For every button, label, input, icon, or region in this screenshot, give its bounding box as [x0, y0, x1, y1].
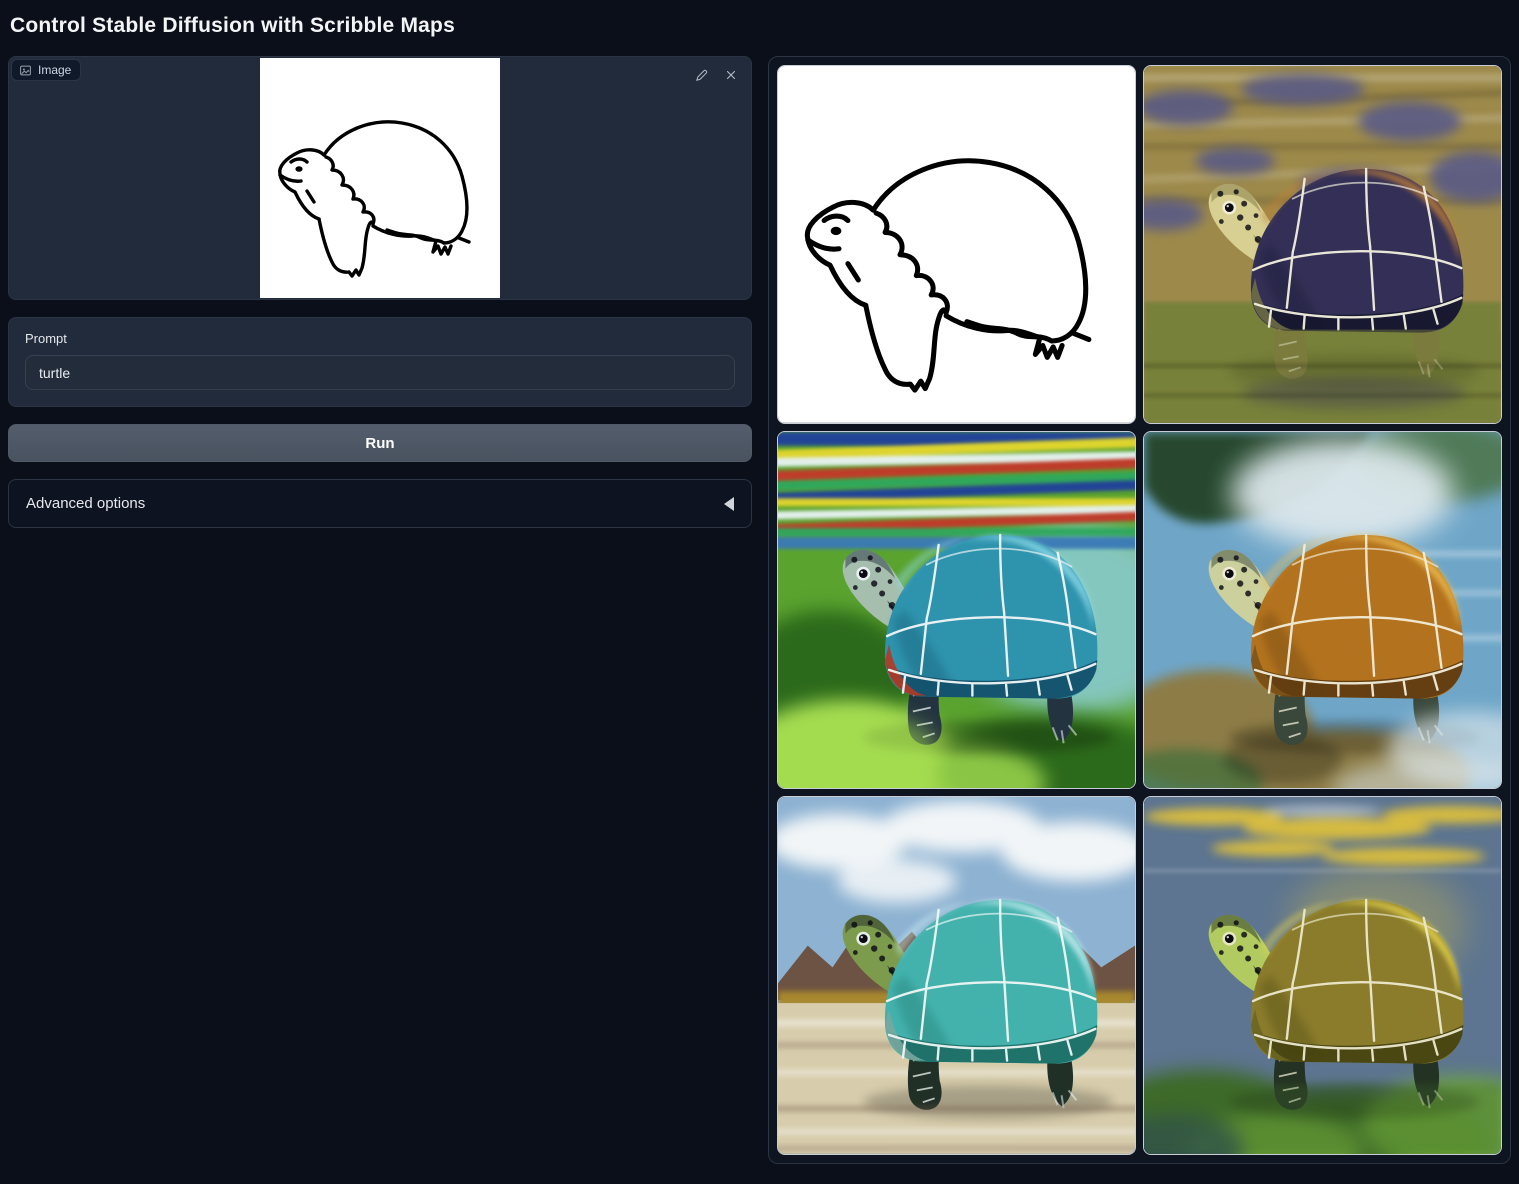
output-gallery: [768, 56, 1511, 1164]
gallery-item-5[interactable]: [777, 796, 1136, 1155]
advanced-options-accordion[interactable]: Advanced options: [8, 479, 752, 528]
generated-turtle-image: [1144, 432, 1501, 789]
prompt-panel: Prompt: [8, 317, 752, 407]
controls-column: Image: [8, 56, 752, 528]
gallery-item-6[interactable]: [1143, 796, 1502, 1155]
page-title: Control Stable Diffusion with Scribble M…: [10, 12, 1511, 40]
generated-turtle-image: [1144, 797, 1501, 1154]
turtle-scribble-image: [260, 58, 500, 298]
edit-image-button[interactable]: [691, 65, 711, 85]
generated-turtle-image: [1144, 66, 1501, 423]
gallery-item-3[interactable]: [777, 431, 1136, 790]
close-icon: [724, 68, 738, 82]
input-image-panel: Image: [8, 56, 752, 300]
app-root: Control Stable Diffusion with Scribble M…: [0, 0, 1519, 1172]
generated-turtle-image: [778, 797, 1135, 1154]
generated-turtle-image: [778, 432, 1135, 789]
run-button[interactable]: Run: [8, 424, 752, 462]
prompt-label: Prompt: [25, 331, 735, 346]
advanced-options-label: Advanced options: [26, 495, 145, 512]
image-label: Image: [38, 63, 71, 77]
input-image-canvas[interactable]: [260, 58, 500, 298]
clear-image-button[interactable]: [721, 65, 741, 85]
scribble-result-image: [778, 66, 1135, 423]
gallery-item-2[interactable]: [1143, 65, 1502, 424]
collapse-arrow-icon: [724, 497, 734, 511]
image-label-chip: Image: [11, 59, 81, 81]
gallery-item-4[interactable]: [1143, 431, 1502, 790]
prompt-input[interactable]: [25, 355, 735, 390]
pencil-icon: [694, 68, 709, 83]
image-icon: [19, 64, 32, 77]
gallery-item-1[interactable]: [777, 65, 1136, 424]
